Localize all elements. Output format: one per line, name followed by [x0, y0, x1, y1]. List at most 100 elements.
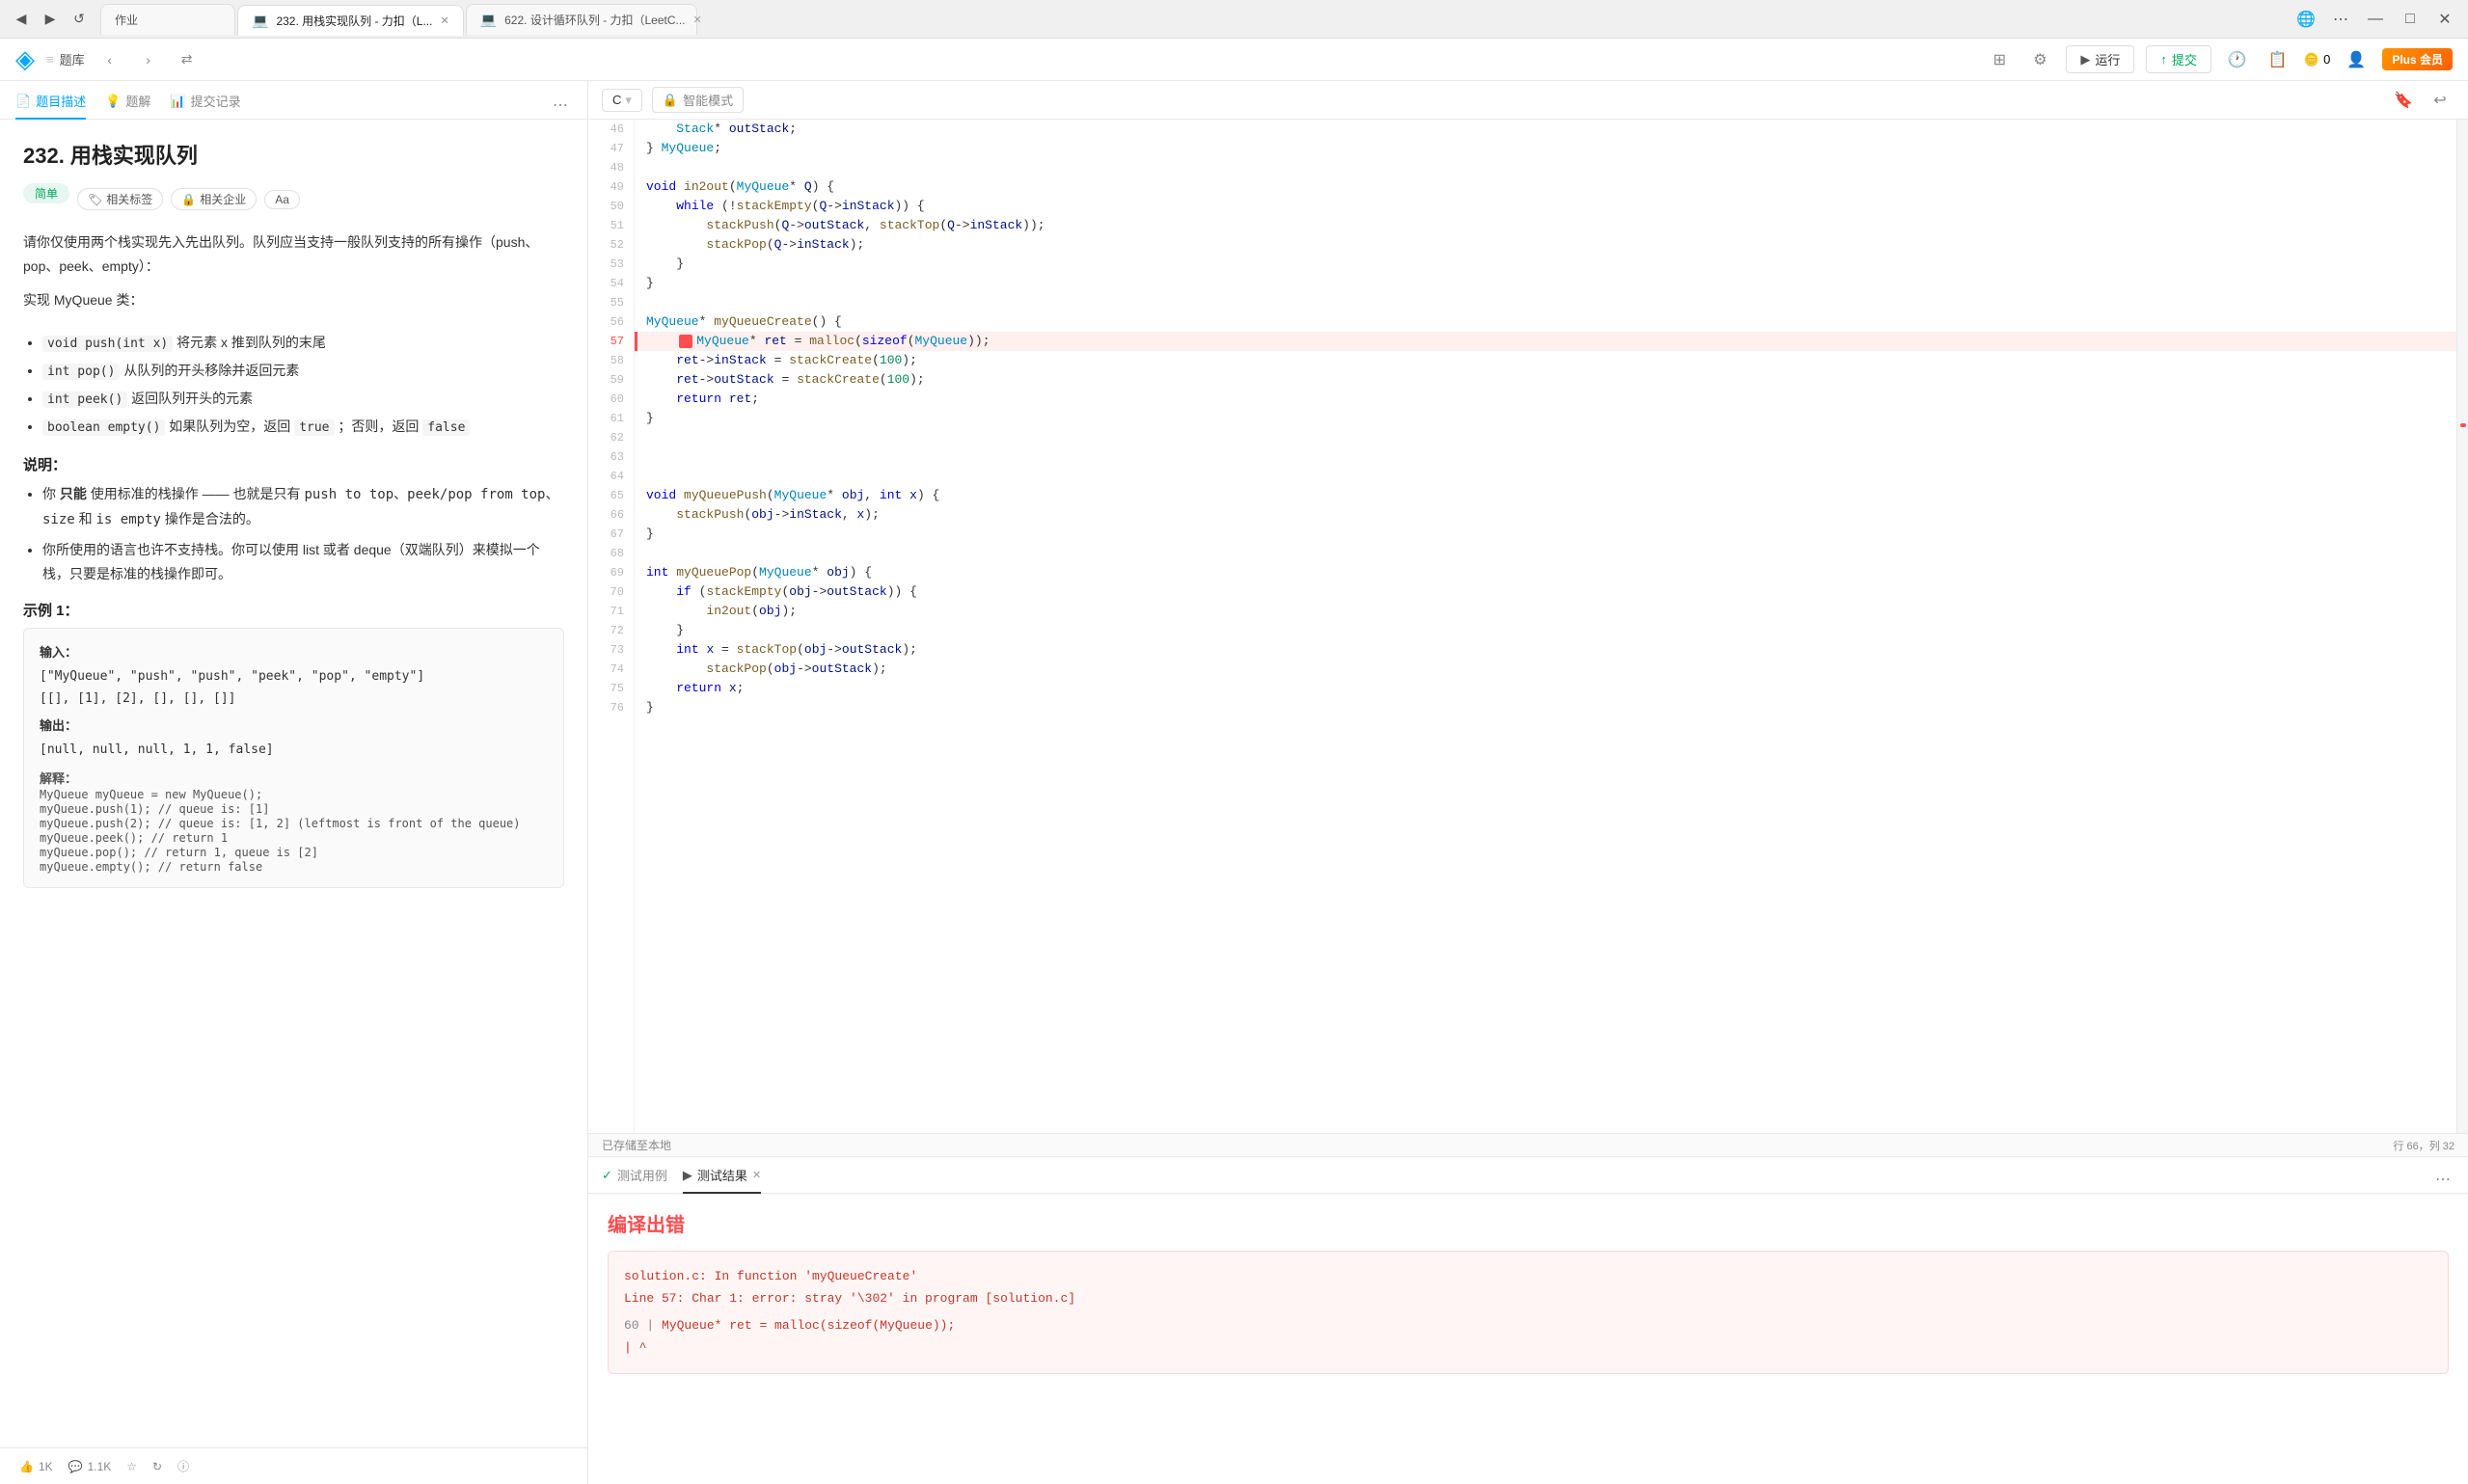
ai-mode-button[interactable]: 🔒 智能模式: [652, 87, 744, 113]
info-icon: ⓘ: [177, 1458, 189, 1474]
avatar-button[interactable]: 👤: [2342, 45, 2371, 74]
test-panel-content: 编译出错 solution.c: In function 'myQueueCre…: [588, 1194, 2468, 1484]
ln-52: 52: [588, 235, 634, 255]
input-line1: ["MyQueue", "push", "push", "peek", "pop…: [40, 665, 548, 688]
tab-hint[interactable]: 💡 题解: [105, 84, 150, 120]
random-problem-button[interactable]: ⇄: [174, 46, 201, 73]
language-selector[interactable]: C ▾: [602, 89, 642, 112]
prev-problem-button[interactable]: ‹: [96, 46, 123, 73]
breadcrumb-separator: ≡: [46, 52, 54, 67]
code-line-69: int myQueuePop(MyQueue* obj) {: [635, 563, 2456, 582]
ln-49: 49: [588, 177, 634, 197]
ln-74: 74: [588, 660, 634, 679]
tab-submit-label: 提交记录: [191, 92, 241, 110]
code-line-48: [635, 158, 2456, 177]
testcase-tab-label: 测试用例: [617, 1166, 667, 1184]
maximize-button[interactable]: □: [2397, 6, 2424, 33]
ln-73: 73: [588, 640, 634, 660]
app-logo[interactable]: ◈: [15, 44, 35, 74]
browser-tab-1[interactable]: 作业: [100, 4, 235, 35]
test-panel-more[interactable]: ⋯: [2431, 1166, 2454, 1193]
forward-button[interactable]: ▶: [39, 8, 62, 31]
code-line-59: ret->outStack = stackCreate(100);: [635, 370, 2456, 390]
ln-62: 62: [588, 428, 634, 447]
lang-label: C: [612, 93, 621, 107]
lock-icon: 🔒: [663, 93, 678, 108]
bookmark-code-btn[interactable]: 🔖: [2389, 86, 2418, 115]
breadcrumb-home[interactable]: 题库: [60, 50, 85, 68]
tab-submit[interactable]: 📊 提交记录: [170, 84, 240, 120]
test-panel-tabs: ✓ 测试用例 ▶ 测试结果 ✕ ⋯: [588, 1157, 2468, 1194]
explanation-label: 解释：: [40, 771, 77, 786]
font-btn[interactable]: Aa: [264, 190, 300, 209]
code-editor[interactable]: Stack* outStack; } MyQueue; void in2out(…: [635, 120, 2456, 1133]
ln-72: 72: [588, 621, 634, 640]
browser-nav-buttons: ◀ ▶ ↺: [10, 8, 91, 31]
submit-button[interactable]: ↑ 提交: [2146, 45, 2211, 73]
globe-icon[interactable]: 🌐: [2292, 6, 2319, 33]
status-save: 已存储至本地: [602, 1137, 2379, 1153]
class-text: 实现 MyQueue 类：: [23, 288, 564, 312]
result-tab-close[interactable]: ✕: [752, 1169, 761, 1181]
browser-tab-3[interactable]: 💻 622. 设计循环队列 - 力扣（LeetC... ✕: [466, 4, 697, 35]
related-company-btn[interactable]: 🔒 相关企业: [171, 188, 257, 210]
ai-mode-label: 智能模式: [683, 91, 733, 109]
ln-70: 70: [588, 582, 634, 602]
code-line-64: [635, 467, 2456, 486]
line-numbers: 46 47 48 49 50 51 52 53 54 55 56 57 58 5…: [588, 120, 635, 1133]
ln-55: 55: [588, 293, 634, 312]
code-line-68: [635, 544, 2456, 563]
error-box: solution.c: In function 'myQueueCreate' …: [608, 1251, 2449, 1374]
browser-tab-2[interactable]: 💻 232. 用栈实现队列 - 力扣（L... ✕: [237, 5, 464, 36]
copy-button[interactable]: 📋: [2264, 45, 2292, 74]
likes-stat[interactable]: 👍 1K: [19, 1460, 53, 1473]
comments-stat[interactable]: 💬 1.1K: [68, 1460, 112, 1473]
ln-48: 48: [588, 158, 634, 177]
tab3-label: 622. 设计循环队列 - 力扣（LeetC...: [504, 12, 685, 28]
more-options-button[interactable]: ⋯: [2327, 6, 2354, 33]
left-tabs-more[interactable]: ⋯: [549, 92, 572, 119]
tag-label: 相关标签: [106, 191, 152, 207]
refresh-btn[interactable]: ↻: [152, 1460, 162, 1473]
back-button[interactable]: ◀: [10, 8, 33, 31]
next-problem-button[interactable]: ›: [135, 46, 162, 73]
code-line-57: MyQueue* ret = malloc(sizeof(MyQueue));: [635, 332, 2456, 351]
explanation: 解释： MyQueue myQueue = new MyQueue(); myQ…: [40, 769, 548, 874]
difficulty-tag[interactable]: 简单: [23, 183, 69, 203]
tab3-close[interactable]: ✕: [693, 13, 702, 26]
code-line-61: }: [635, 409, 2456, 428]
code-line-56: MyQueue* myQueueCreate() {: [635, 312, 2456, 332]
ln-54: 54: [588, 274, 634, 293]
reload-button[interactable]: ↺: [68, 8, 91, 31]
compile-error-title: 编译出错: [608, 1209, 2449, 1237]
run-button[interactable]: ▶ 运行: [2066, 45, 2134, 73]
plus-button[interactable]: Plus 会员: [2382, 48, 2453, 70]
tab-description[interactable]: 📄 题目描述: [15, 84, 86, 120]
test-result-tab[interactable]: ▶ 测试结果 ✕: [683, 1158, 761, 1194]
minimize-button[interactable]: —: [2362, 6, 2389, 33]
ln-57: 57: [588, 332, 634, 351]
history-button[interactable]: 🕐: [2223, 45, 2252, 74]
bookmark-btn[interactable]: ☆: [126, 1460, 137, 1473]
ln-50: 50: [588, 197, 634, 216]
browser-actions: 🌐 ⋯ — □ ✕: [2292, 6, 2458, 33]
testcase-check-icon: ✓: [602, 1168, 612, 1183]
notes-title: 说明：: [23, 454, 564, 474]
tab3-icon: 💻: [480, 12, 497, 28]
example-box: 输入： ["MyQueue", "push", "push", "peek", …: [23, 628, 564, 888]
likes-count: 1K: [39, 1460, 53, 1473]
info-btn[interactable]: ⓘ: [177, 1458, 189, 1474]
settings-button[interactable]: ⚙: [2025, 45, 2054, 74]
close-button[interactable]: ✕: [2431, 6, 2458, 33]
code-container[interactable]: 46 47 48 49 50 51 52 53 54 55 56 57 58 5…: [588, 120, 2468, 1133]
tab2-close[interactable]: ✕: [440, 14, 448, 27]
main-layout: 📄 题目描述 💡 题解 📊 提交记录 ⋯ 232. 用栈实现队列 简单 🏷 相关…: [0, 81, 2468, 1484]
input-line2: [[], [1], [2], [], [], []]: [40, 688, 548, 710]
layout-button[interactable]: ⊞: [1985, 45, 2014, 74]
editor-toolbar: C ▾ 🔒 智能模式 🔖 ↩: [588, 81, 2468, 120]
ln-60: 60: [588, 390, 634, 409]
explain-line1: MyQueue myQueue = new MyQueue();: [40, 788, 262, 801]
undo-btn[interactable]: ↩: [2426, 86, 2454, 115]
test-case-tab[interactable]: ✓ 测试用例: [602, 1158, 667, 1194]
related-tags-btn[interactable]: 🏷 相关标签: [77, 188, 163, 210]
